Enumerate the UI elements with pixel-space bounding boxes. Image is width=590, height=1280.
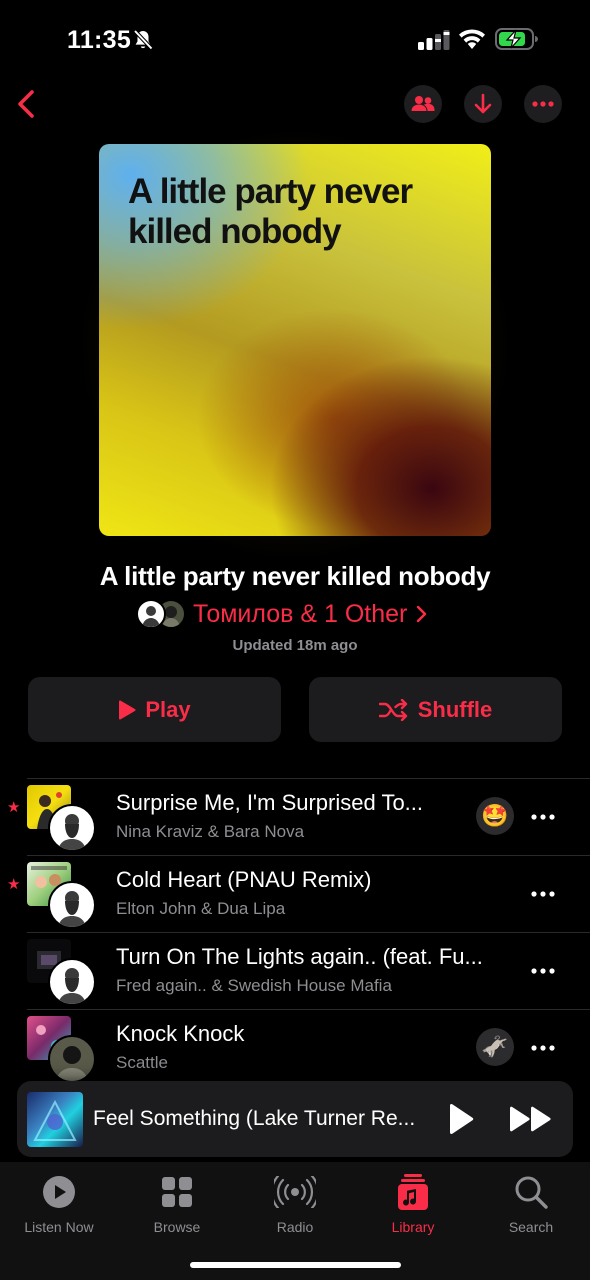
favorite-star-icon: ★ [7,876,21,893]
track-title: Cold Heart (PNAU Remix) [116,867,372,892]
track-row[interactable]: ★ Surprise Me, I'm Surprised To... Nina … [0,779,590,855]
battery-charging-icon [495,28,538,50]
fast-forward-icon[interactable] [509,1105,553,1133]
playlist-artwork[interactable]: A little party never killed nobody [99,144,491,536]
artwork-title: A little party never killed nobody [128,172,413,251]
back-chevron-icon[interactable] [12,86,44,122]
track-artist: Fred again.. & Swedish House Mafia [116,976,392,995]
wifi-icon [459,29,485,49]
shuffle-button[interactable]: Shuffle [309,677,562,742]
search-icon [515,1176,548,1209]
play-label: Play [145,696,191,722]
tab-label: Listen Now [24,1219,94,1235]
shuffle-icon [378,698,407,721]
track-row[interactable]: Knock Knock Scattle 🫏 [0,1010,590,1086]
tab-browse[interactable]: Browse [118,1172,236,1235]
reaction-badge[interactable]: 🫏 [476,1028,514,1066]
ellipsis-icon [532,101,554,107]
track-title: Knock Knock [116,1021,245,1046]
playlist-owner-link[interactable]: Томилов & 1 Other [136,597,429,631]
favorite-star-icon: ★ [7,799,21,816]
contributor-avatar [48,804,96,852]
tab-label: Browse [153,1219,201,1235]
tab-search[interactable]: Search [472,1172,590,1235]
now-playing-artwork [27,1092,83,1147]
status-bar: 11:35 [0,0,590,80]
updated-timestamp: Updated 18m ago [232,637,358,654]
play-circle-icon [43,1176,75,1208]
tab-label: Library [391,1219,435,1235]
track-row[interactable]: ★ Cold Heart (PNAU Remix) Elton John & D… [0,856,590,932]
play-button[interactable]: Play [28,677,281,742]
tab-label: Radio [276,1219,314,1235]
chevron-right-icon [417,605,427,623]
bell-slash-icon [133,29,153,50]
ellipsis-icon[interactable] [530,1038,556,1058]
track-title: Surprise Me, I'm Surprised To... [116,790,424,815]
tab-label: Search [508,1219,554,1235]
track-artist: Scattle [116,1053,168,1072]
status-time: 11:35 [67,26,132,54]
mini-player[interactable]: Feel Something (Lake Turner Re... [17,1081,573,1157]
radio-icon [274,1176,316,1208]
play-icon [119,699,136,720]
contributor-avatar [48,1035,96,1083]
home-indicator[interactable] [190,1262,401,1268]
library-icon [398,1174,428,1210]
tab-library[interactable]: Library [354,1172,472,1235]
tab-radio[interactable]: Radio [236,1172,354,1235]
grid-icon [162,1177,192,1207]
cellular-signal-icon [418,30,450,50]
owner-name: Томилов & 1 Other [193,599,408,628]
play-icon[interactable] [447,1103,475,1135]
owner-avatar [136,599,166,629]
playlist-title: A little party never killed nobody [99,561,491,591]
ellipsis-icon[interactable] [530,884,556,904]
track-title: Turn On The Lights again.. (feat. Fu... [116,944,483,969]
track-artist: Elton John & Dua Lipa [116,899,286,918]
ellipsis-icon[interactable] [530,807,556,827]
track-row[interactable]: Turn On The Lights again.. (feat. Fu... … [0,933,590,1009]
contributor-avatar [48,881,96,929]
reaction-badge[interactable]: 🤩 [476,797,514,835]
contributor-avatar [48,958,96,1006]
ellipsis-icon[interactable] [530,961,556,981]
now-playing-title: Feel Something (Lake Turner Re... [93,1107,416,1130]
tab-listen-now[interactable]: Listen Now [0,1172,118,1235]
track-artist: Nina Kraviz & Bara Nova [116,822,305,841]
shuffle-label: Shuffle [417,696,493,722]
